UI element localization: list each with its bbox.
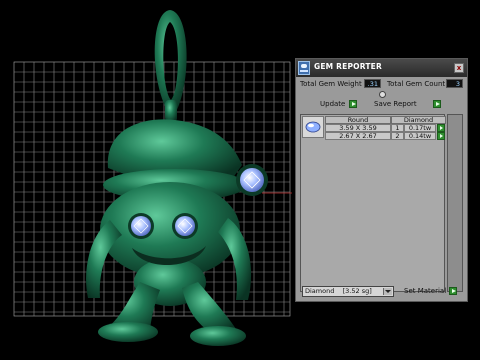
window-title: GEM REPORTER [314,62,382,71]
total-gem-weight-label: Total Gem Weight [300,80,362,88]
row-2-play-arrow-icon[interactable] [437,132,445,140]
gem-reporter-app-icon [298,61,310,75]
chevron-down-icon[interactable] [383,288,392,295]
gem-setting-right-eye[interactable] [172,213,198,239]
table-row-2-count: 2 [391,132,404,140]
gem-list: Round Diamond 3.59 X 3.59 1 0.17tw 2.67 … [300,114,446,292]
close-icon[interactable]: x [454,63,464,73]
gem-setting-hat-tip[interactable] [236,164,268,196]
gem-setting-left-eye[interactable] [128,213,154,239]
list-scrollbar[interactable] [447,114,463,292]
round-gem-icon [302,116,324,138]
total-gem-count-value: 3 [446,79,463,88]
gem-reporter-panel: GEM REPORTER x Total Gem Weight .31 Tota… [295,58,468,302]
column-header-round: Round [325,116,391,124]
pendant-model[interactable] [86,10,252,346]
table-row-2-weight: 0.14tw [404,132,436,140]
title-bar[interactable]: GEM REPORTER x [296,59,467,77]
set-material-button[interactable]: Set Material [404,286,446,296]
table-row-2-size: 2.67 X 2.67 [325,132,391,140]
row-1-play-arrow-icon[interactable] [437,124,445,132]
save-report-button[interactable]: Save Report [374,99,417,109]
collapse-toggle-icon[interactable] [379,91,386,98]
column-header-diamond: Diamond [391,116,446,124]
save-report-play-arrow-icon[interactable] [433,100,441,108]
table-row-1-size: 3.59 X 3.59 [325,124,391,132]
update-button[interactable]: Update [320,99,345,109]
total-gem-weight-value: .31 [364,79,381,88]
material-select-value: Diamond [3.52 sg] [305,287,372,295]
total-gem-count-label: Total Gem Count [387,80,446,88]
table-row-1-weight: 0.17tw [404,124,436,132]
set-material-play-arrow-icon[interactable] [449,287,457,295]
update-play-arrow-icon[interactable] [349,100,357,108]
material-select[interactable]: Diamond [3.52 sg] [302,286,394,297]
table-row-1-count: 1 [391,124,404,132]
